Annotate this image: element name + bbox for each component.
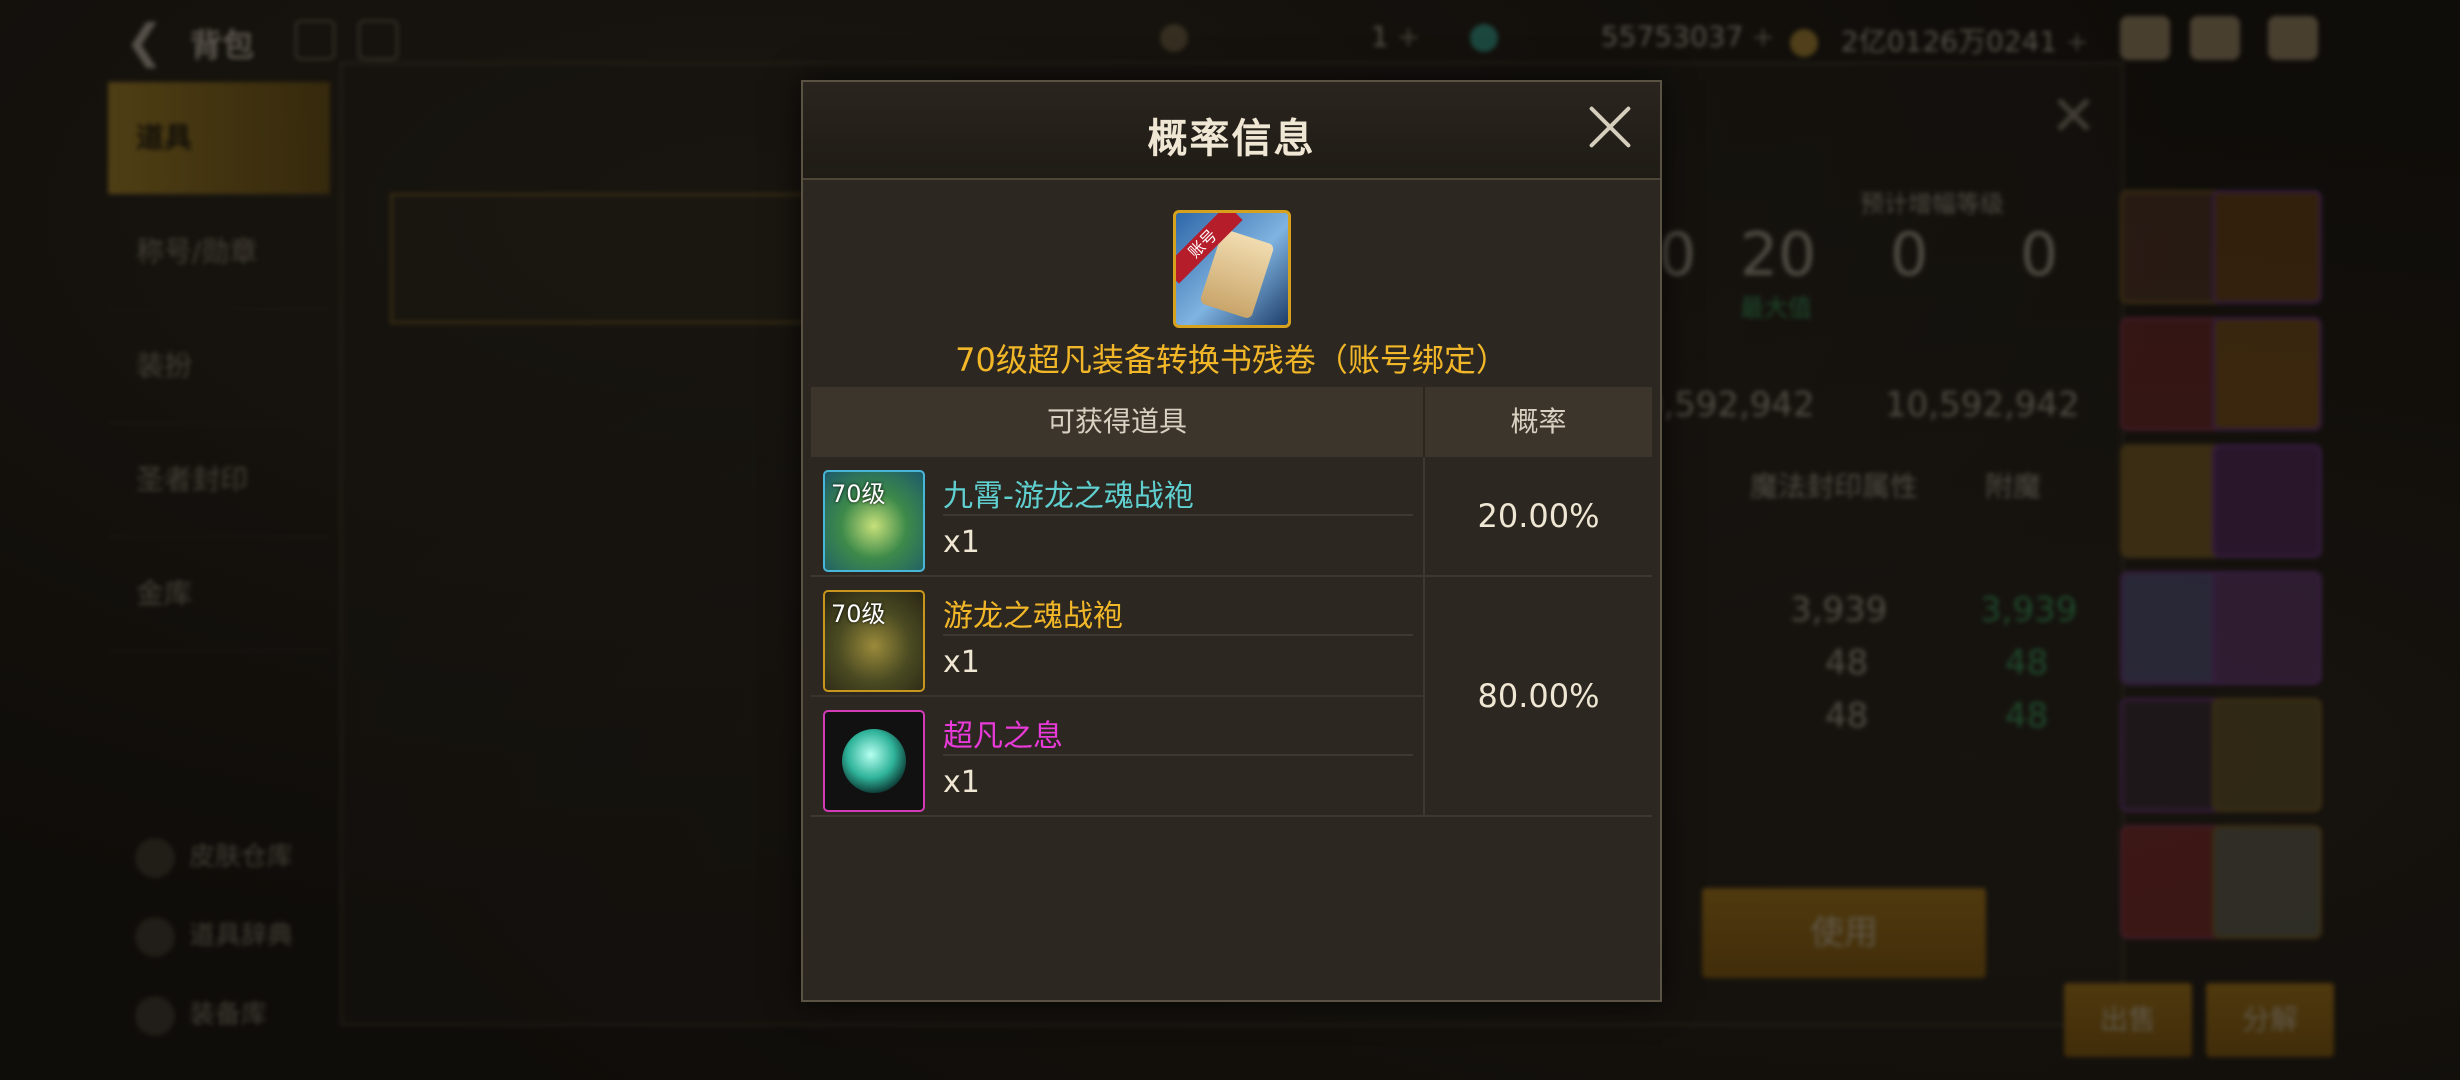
item-level: 70级 — [831, 480, 886, 508]
col-rate: 概率 — [1510, 405, 1567, 438]
probability-dialog: 概率信息 账号 70级超凡装备转换书残卷（账号绑定） 可获得道具 概率 70级 … — [801, 80, 1662, 1002]
robe-item-icon: 70级 — [823, 470, 925, 572]
reward-name: 九霄-游龙之魂战袍 — [943, 479, 1194, 514]
rate-group: 70级 九霄-游龙之魂战袍 x1 20.00% — [811, 457, 1652, 577]
table-header: 可获得道具 概率 — [811, 387, 1652, 457]
reward-qty: x1 — [943, 525, 980, 560]
divider — [943, 514, 1413, 516]
robe-item-icon: 70级 — [823, 590, 925, 692]
reward-row[interactable]: 70级 游龙之魂战袍 x1 — [811, 577, 1423, 697]
divider — [943, 754, 1413, 756]
scroll-item-icon: 账号 — [1173, 210, 1291, 328]
reward-qty: x1 — [943, 765, 980, 800]
rate-group: 70级 游龙之魂战袍 x1 超凡之息 x1 80.00% — [811, 577, 1652, 817]
reward-row[interactable]: 70级 九霄-游龙之魂战袍 x1 — [811, 457, 1423, 575]
reward-row[interactable]: 超凡之息 x1 — [811, 697, 1423, 815]
rate-value: 80.00% — [1477, 677, 1600, 715]
dialog-title: 概率信息 — [1147, 116, 1316, 162]
col-obtainable-items: 可获得道具 — [811, 387, 1425, 457]
close-icon[interactable] — [1586, 104, 1632, 150]
orb-shape — [842, 729, 906, 793]
group-items: 70级 游龙之魂战袍 x1 超凡之息 x1 — [811, 577, 1425, 815]
item-level: 70级 — [831, 600, 886, 628]
reward-name: 超凡之息 — [943, 719, 1063, 754]
orb-item-icon — [823, 710, 925, 812]
drop-rate-table: 可获得道具 概率 70级 九霄-游龙之魂战袍 x1 20.00% 70级 游龙之… — [811, 387, 1652, 817]
source-item-name: 70级超凡装备转换书残卷（账号绑定） — [955, 341, 1508, 379]
dialog-header: 概率信息 — [803, 82, 1660, 180]
rate-value: 20.00% — [1477, 497, 1600, 535]
group-items: 70级 九霄-游龙之魂战袍 x1 — [811, 457, 1425, 575]
divider — [943, 634, 1413, 636]
reward-name: 游龙之魂战袍 — [943, 599, 1123, 634]
reward-qty: x1 — [943, 645, 980, 680]
